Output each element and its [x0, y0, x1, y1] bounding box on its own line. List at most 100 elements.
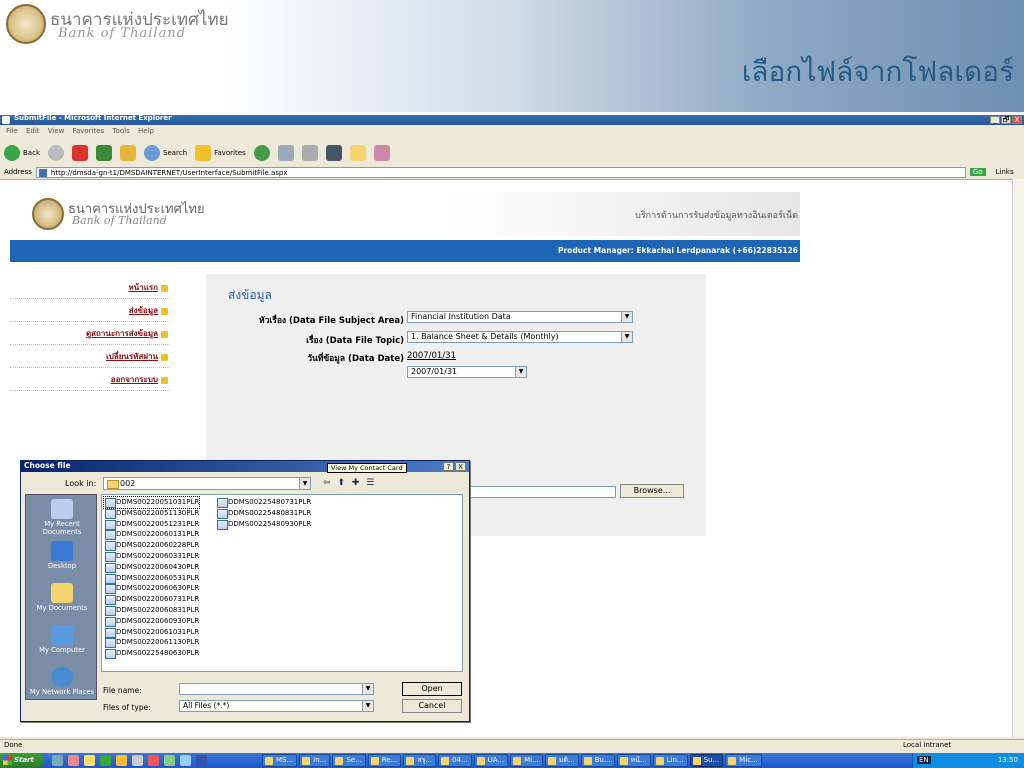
list-item[interactable]: DDMS00225480731PLR: [216, 497, 311, 508]
task-button[interactable]: MS...: [262, 754, 298, 767]
stop-icon[interactable]: [72, 145, 88, 161]
place-my-documents[interactable]: My Documents: [26, 583, 98, 612]
folder-icon[interactable]: [349, 145, 366, 161]
app-icon[interactable]: [164, 755, 175, 766]
menu-view[interactable]: View: [48, 127, 65, 135]
task-button-active[interactable]: Su...: [689, 754, 724, 767]
taskbar: Start MS... In... Se... Re... สรุ... 04.…: [0, 753, 1024, 768]
language-indicator[interactable]: EN: [917, 756, 931, 764]
refresh-icon[interactable]: [96, 145, 112, 161]
task-button[interactable]: In...: [299, 754, 331, 767]
word-icon[interactable]: [196, 755, 207, 766]
ie-icon[interactable]: [52, 755, 63, 766]
nav-logout[interactable]: ออกจากระบบ: [10, 368, 170, 391]
restore-button[interactable]: 🗗: [1001, 116, 1011, 124]
app-icon[interactable]: [116, 755, 127, 766]
excel-icon[interactable]: [100, 755, 111, 766]
task-button[interactable]: สรุ...: [403, 754, 437, 767]
list-item[interactable]: DDMS00220060531PLR: [104, 573, 199, 584]
place-network[interactable]: My Network Places: [26, 667, 98, 696]
close-button[interactable]: X: [1012, 116, 1022, 124]
new-folder-icon[interactable]: ✚: [352, 478, 360, 488]
outlook-icon[interactable]: [84, 755, 95, 766]
date-link[interactable]: 2007/01/31: [407, 351, 456, 361]
task-button[interactable]: Bu...: [580, 754, 615, 767]
task-button[interactable]: 04...: [438, 754, 472, 767]
menu-file[interactable]: File: [6, 127, 18, 135]
minimize-button[interactable]: _: [990, 116, 1000, 124]
nav-home[interactable]: หน้าแรก: [10, 276, 170, 299]
list-item[interactable]: DDMS00220051031PLR: [102, 496, 201, 509]
menu-edit[interactable]: Edit: [26, 127, 40, 135]
app-icon[interactable]: [132, 755, 143, 766]
menu-favorites[interactable]: Favorites: [73, 127, 105, 135]
view-menu-icon[interactable]: ☰: [366, 478, 374, 488]
address-input[interactable]: http://dmsda-gn-t1/DMSDAINTERNET/UserInt…: [35, 166, 966, 178]
task-button[interactable]: มติ...: [544, 754, 579, 767]
list-item[interactable]: DDMS00220060630PLR: [104, 583, 199, 595]
task-button[interactable]: หน้...: [616, 754, 651, 767]
list-item[interactable]: DDMS00225480930PLR: [216, 519, 311, 530]
list-item[interactable]: DDMS00220061031PLR: [104, 627, 199, 638]
help-button[interactable]: ?: [443, 462, 454, 471]
filetype-select[interactable]: All Files (*.*) ▼: [179, 700, 374, 712]
list-item[interactable]: DDMS00220061130PLR: [104, 637, 199, 649]
list-item[interactable]: DDMS00225480831PLR: [216, 508, 311, 519]
lookin-select[interactable]: 002 ▼: [103, 477, 311, 490]
menu-tools[interactable]: Tools: [112, 127, 129, 135]
back-icon[interactable]: ⇦: [323, 478, 331, 488]
subject-select[interactable]: Financial Institution Data ▼: [407, 311, 633, 323]
start-button[interactable]: Start: [0, 753, 44, 768]
list-item[interactable]: DDMS00220060430PLR: [104, 562, 199, 573]
browse-button[interactable]: Browse...: [620, 484, 684, 498]
search-button[interactable]: Search: [144, 145, 187, 161]
app-icon[interactable]: [180, 755, 191, 766]
open-button[interactable]: Open: [402, 682, 462, 696]
nav-change-password[interactable]: เปลี่ยนรหัสผ่าน: [10, 345, 170, 368]
favorites-button[interactable]: Favorites: [195, 145, 246, 161]
list-item[interactable]: DDMS00220051231PLR: [104, 519, 199, 530]
task-button[interactable]: Se...: [332, 754, 366, 767]
links-button[interactable]: Links: [996, 168, 1014, 176]
task-button[interactable]: Mic...: [725, 754, 762, 767]
place-recent[interactable]: My Recent Documents: [26, 499, 98, 536]
task-button[interactable]: UA...: [473, 754, 509, 767]
history-icon[interactable]: [253, 145, 270, 161]
messenger-icon[interactable]: [373, 145, 390, 161]
list-item[interactable]: DDMS00220060228PLR: [104, 540, 199, 551]
forward-arrow-icon[interactable]: [48, 145, 64, 161]
place-desktop[interactable]: Desktop: [26, 541, 98, 570]
list-item[interactable]: DDMS00220060930PLR: [104, 616, 199, 627]
list-item[interactable]: DDMS00220051130PLR: [104, 508, 199, 519]
list-item[interactable]: DDMS00220060131PLR: [104, 529, 199, 541]
messenger-icon[interactable]: [68, 755, 79, 766]
edit-icon[interactable]: [325, 145, 342, 161]
list-item[interactable]: DDMS00220060731PLR: [104, 594, 199, 605]
filename-input[interactable]: ▼: [179, 683, 374, 695]
app-icon[interactable]: [148, 755, 159, 766]
task-button[interactable]: Re...: [367, 754, 402, 767]
nav-view-status[interactable]: ดูสถานะการส่งข้อมูล: [10, 322, 170, 345]
vertical-scrollbar[interactable]: [1012, 179, 1024, 737]
task-button[interactable]: Mi...: [510, 754, 543, 767]
task-button[interactable]: Lin...: [652, 754, 688, 767]
menu-help[interactable]: Help: [138, 127, 154, 135]
my-documents-icon: [51, 583, 73, 603]
back-button[interactable]: Back: [4, 145, 40, 161]
cancel-button[interactable]: Cancel: [402, 699, 462, 713]
topic-select[interactable]: 1. Balance Sheet & Details (Monthly) ▼: [407, 331, 633, 343]
up-folder-icon[interactable]: ⬆: [337, 478, 345, 488]
print-icon[interactable]: [301, 145, 318, 161]
date-select[interactable]: 2007/01/31 ▼: [407, 366, 527, 378]
home-icon[interactable]: [120, 145, 136, 161]
mail-icon[interactable]: [277, 145, 294, 161]
list-item[interactable]: DDMS00225480630PLR: [104, 648, 199, 659]
chevron-down-icon: ▼: [515, 367, 526, 377]
place-label: My Documents: [36, 604, 88, 612]
list-item[interactable]: DDMS00220060831PLR: [104, 605, 199, 616]
list-item[interactable]: DDMS00220060331PLR: [104, 551, 199, 562]
place-my-computer[interactable]: My Computer: [26, 625, 98, 654]
go-button[interactable]: Go: [969, 168, 986, 176]
nav-submit-data[interactable]: ส่งข้อมูล: [10, 299, 170, 322]
dialog-close-button[interactable]: X: [455, 462, 466, 471]
